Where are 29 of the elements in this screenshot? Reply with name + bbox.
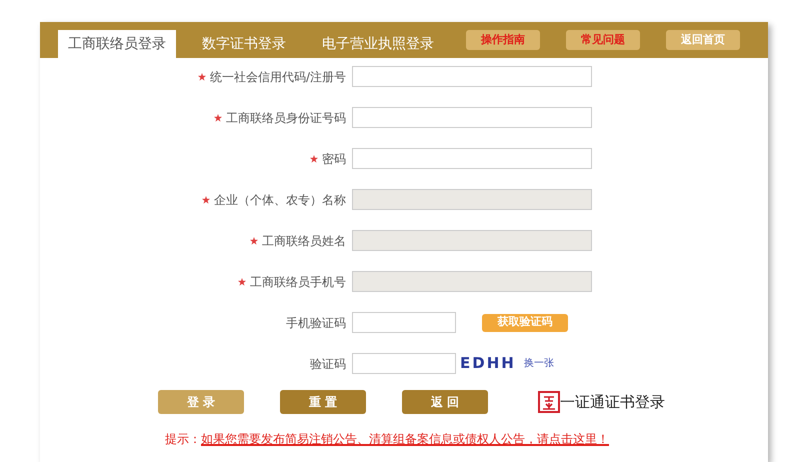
field-label: 密码 [322, 150, 346, 168]
header-button[interactable]: 返回首页 [666, 30, 740, 50]
tab[interactable]: 工商联络员登录 [58, 30, 176, 58]
field-label: 统一社会信用代码/注册号 [210, 68, 346, 86]
announcement-link[interactable]: 如果您需要发布简易注销公告、清算组备案信息或债权人公告，请点击这里！ [201, 430, 609, 448]
form-button[interactable]: 返 回 [402, 390, 488, 414]
certificate-logo-icon [538, 391, 560, 413]
get-code-button[interactable]: 获取验证码 [482, 314, 568, 332]
field-label: 企业（个体、农专）名称 [214, 192, 346, 208]
form-button[interactable]: 登 录 [158, 390, 244, 414]
field-label: 工商联络员身份证号码 [226, 110, 346, 126]
input-field[interactable] [352, 66, 592, 87]
form-button[interactable]: 重 置 [280, 390, 366, 414]
input-field[interactable] [352, 107, 592, 128]
header-button[interactable]: 常见问题 [566, 30, 640, 50]
field-label: 工商联络员手机号 [250, 274, 346, 290]
input-field[interactable] [352, 312, 456, 333]
tab[interactable]: 数字证书登录 [192, 30, 296, 58]
input-field[interactable] [352, 148, 592, 169]
captcha-image: EDHH [460, 353, 516, 374]
header-button[interactable]: 操作指南 [466, 30, 540, 50]
field-label: 验证码 [310, 356, 346, 372]
input-field[interactable] [352, 353, 456, 374]
refresh-link[interactable]: 换一张 [524, 356, 554, 371]
hint-label: 提示： [165, 431, 201, 448]
field-label: 手机验证码 [286, 314, 346, 332]
field-label: 工商联络员姓名 [262, 232, 346, 250]
tab[interactable]: 电子营业执照登录 [312, 30, 444, 58]
certificate-login-link[interactable]: 一证通证书登录 [560, 390, 665, 414]
